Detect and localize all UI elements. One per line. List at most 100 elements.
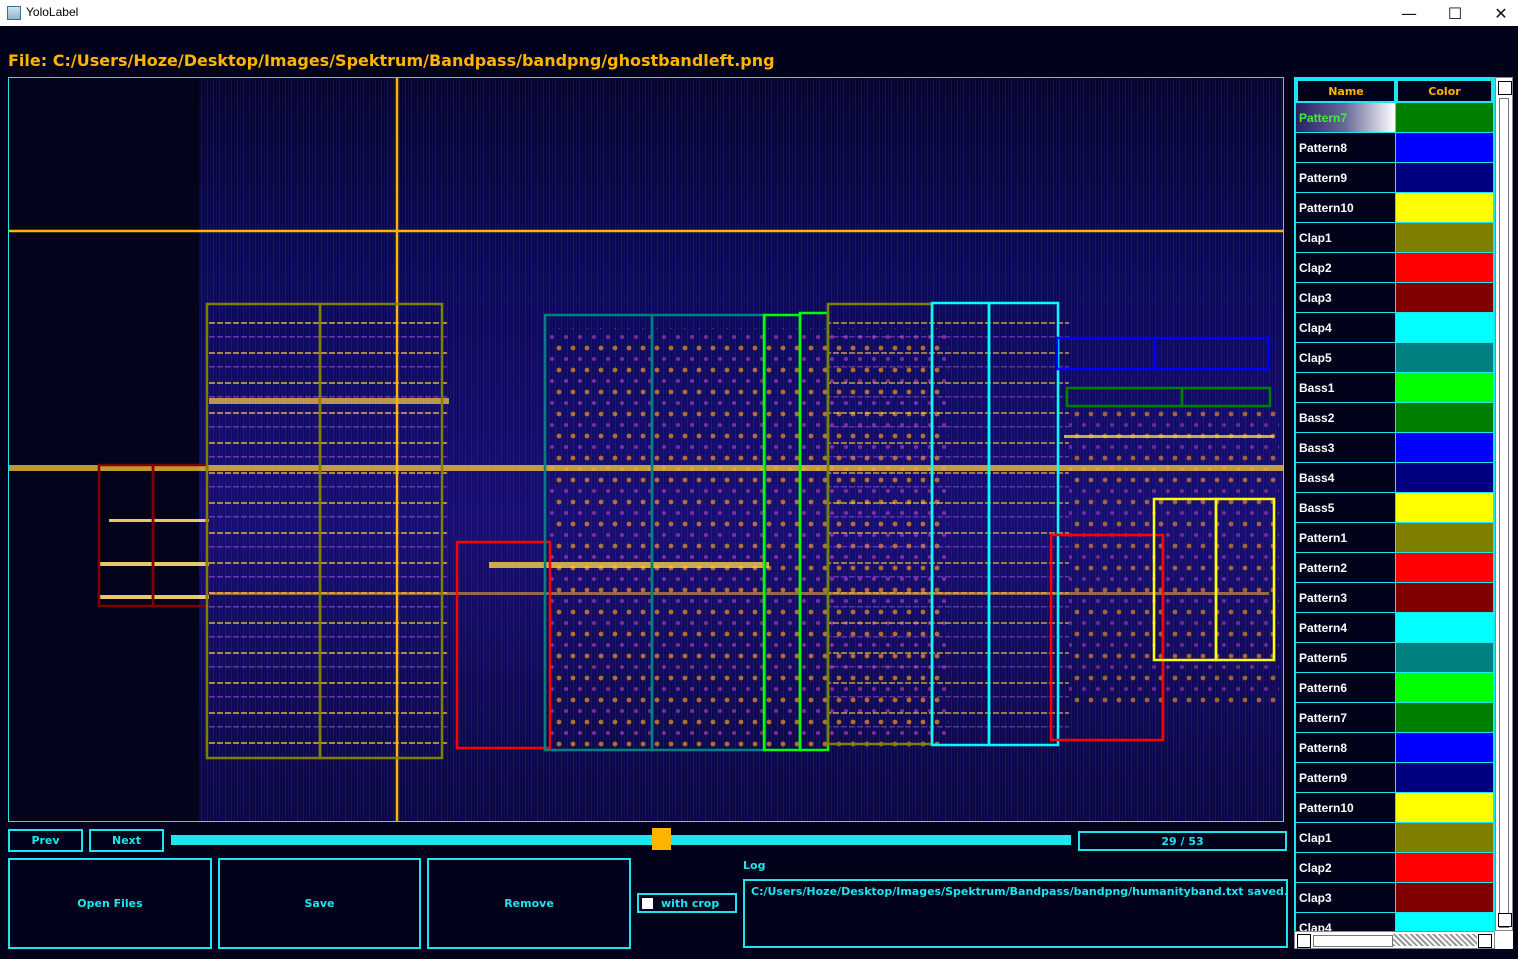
label-row[interactable]: Pattern7: [1296, 103, 1493, 133]
table-vertical-scrollbar[interactable]: [1495, 77, 1513, 931]
label-row[interactable]: Pattern4: [1296, 613, 1493, 643]
label-name-cell[interactable]: Pattern9: [1296, 763, 1396, 793]
label-color-cell[interactable]: [1396, 313, 1493, 343]
open-files-button[interactable]: Open Files: [8, 858, 212, 949]
label-name-cell[interactable]: Pattern8: [1296, 733, 1396, 763]
label-name-cell[interactable]: Clap1: [1296, 223, 1396, 253]
label-color-cell[interactable]: [1396, 493, 1493, 523]
label-color-cell[interactable]: [1396, 583, 1493, 613]
label-name-cell[interactable]: Clap2: [1296, 253, 1396, 283]
label-color-cell[interactable]: [1396, 523, 1493, 553]
label-name-cell[interactable]: Pattern2: [1296, 553, 1396, 583]
label-color-cell[interactable]: [1396, 343, 1493, 373]
label-color-cell[interactable]: [1396, 673, 1493, 703]
label-row[interactable]: Pattern9: [1296, 163, 1493, 193]
label-row[interactable]: Pattern2: [1296, 553, 1493, 583]
label-row[interactable]: Clap1: [1296, 223, 1493, 253]
label-name-cell[interactable]: Pattern5: [1296, 643, 1396, 673]
label-color-cell[interactable]: [1396, 463, 1493, 493]
prev-button[interactable]: Prev: [8, 829, 83, 852]
label-name-cell[interactable]: Pattern10: [1296, 193, 1396, 223]
label-color-cell[interactable]: [1396, 853, 1493, 883]
label-row[interactable]: Pattern9: [1296, 763, 1493, 793]
maximize-button[interactable]: ☐: [1432, 0, 1478, 26]
label-name-cell[interactable]: Pattern8: [1296, 133, 1396, 163]
column-header-color[interactable]: Color: [1396, 79, 1493, 103]
label-color-cell[interactable]: [1396, 703, 1493, 733]
label-table[interactable]: Name Color Pattern7 Pattern8 Pattern9 Patte…: [1294, 77, 1495, 949]
log-output[interactable]: C:/Users/Hoze/Desktop/Images/Spektrum/Ba…: [743, 879, 1288, 948]
spectrogram-image[interactable]: [9, 78, 1283, 821]
label-row[interactable]: Clap4: [1296, 313, 1493, 343]
label-row[interactable]: Pattern8: [1296, 133, 1493, 163]
label-name-cell[interactable]: Pattern1: [1296, 523, 1396, 553]
remove-button[interactable]: Remove: [427, 858, 631, 949]
label-name-cell[interactable]: Clap2: [1296, 853, 1396, 883]
label-row[interactable]: Bass2: [1296, 403, 1493, 433]
checkbox-box[interactable]: [642, 897, 653, 909]
label-color-cell[interactable]: [1396, 733, 1493, 763]
hscroll-track[interactable]: [1393, 934, 1477, 946]
label-row[interactable]: Pattern10: [1296, 793, 1493, 823]
label-name-cell[interactable]: Pattern4: [1296, 613, 1396, 643]
label-row[interactable]: Clap2: [1296, 253, 1493, 283]
scroll-thumb[interactable]: [1499, 98, 1509, 928]
label-color-cell[interactable]: [1396, 823, 1493, 853]
label-row[interactable]: Pattern7: [1296, 703, 1493, 733]
label-row[interactable]: Bass3: [1296, 433, 1493, 463]
minimize-button[interactable]: —: [1386, 0, 1432, 26]
label-name-cell[interactable]: Bass5: [1296, 493, 1396, 523]
label-row[interactable]: Pattern6: [1296, 673, 1493, 703]
label-color-cell[interactable]: [1396, 223, 1493, 253]
label-name-cell[interactable]: Pattern7: [1296, 103, 1396, 133]
label-name-cell[interactable]: Clap1: [1296, 823, 1396, 853]
label-name-cell[interactable]: Clap4: [1296, 313, 1396, 343]
label-color-cell[interactable]: [1396, 103, 1493, 133]
label-color-cell[interactable]: [1396, 793, 1493, 823]
label-color-cell[interactable]: [1396, 613, 1493, 643]
label-name-cell[interactable]: Bass1: [1296, 373, 1396, 403]
label-name-cell[interactable]: Pattern10: [1296, 793, 1396, 823]
scroll-right-icon[interactable]: [1478, 934, 1492, 948]
label-row[interactable]: Bass4: [1296, 463, 1493, 493]
label-name-cell[interactable]: Bass3: [1296, 433, 1396, 463]
label-row[interactable]: Bass1: [1296, 373, 1493, 403]
label-name-cell[interactable]: Pattern6: [1296, 673, 1396, 703]
label-color-cell[interactable]: [1396, 163, 1493, 193]
label-color-cell[interactable]: [1396, 763, 1493, 793]
scroll-down-icon[interactable]: [1498, 913, 1512, 927]
image-canvas[interactable]: [8, 77, 1284, 822]
label-row[interactable]: Clap1: [1296, 823, 1493, 853]
label-name-cell[interactable]: Clap5: [1296, 343, 1396, 373]
label-color-cell[interactable]: [1396, 643, 1493, 673]
scroll-up-icon[interactable]: [1498, 81, 1512, 95]
label-row[interactable]: Clap3: [1296, 883, 1493, 913]
label-color-cell[interactable]: [1396, 403, 1493, 433]
label-row[interactable]: Pattern3: [1296, 583, 1493, 613]
save-button[interactable]: Save: [218, 858, 421, 949]
label-row[interactable]: Clap2: [1296, 853, 1493, 883]
label-color-cell[interactable]: [1396, 553, 1493, 583]
label-row[interactable]: Pattern10: [1296, 193, 1493, 223]
label-row[interactable]: Pattern1: [1296, 523, 1493, 553]
label-row[interactable]: Clap3: [1296, 283, 1493, 313]
label-color-cell[interactable]: [1396, 133, 1493, 163]
scroll-left-icon[interactable]: [1297, 934, 1311, 948]
close-button[interactable]: ✕: [1478, 0, 1518, 26]
label-color-cell[interactable]: [1396, 283, 1493, 313]
label-row[interactable]: Bass5: [1296, 493, 1493, 523]
label-color-cell[interactable]: [1396, 253, 1493, 283]
label-row[interactable]: Pattern8: [1296, 733, 1493, 763]
label-color-cell[interactable]: [1396, 433, 1493, 463]
with-crop-checkbox[interactable]: with crop: [637, 893, 737, 913]
label-color-cell[interactable]: [1396, 193, 1493, 223]
label-name-cell[interactable]: Pattern7: [1296, 703, 1396, 733]
label-color-cell[interactable]: [1396, 373, 1493, 403]
table-horizontal-scrollbar[interactable]: [1294, 931, 1495, 949]
label-name-cell[interactable]: Clap3: [1296, 283, 1396, 313]
label-name-cell[interactable]: Pattern9: [1296, 163, 1396, 193]
label-name-cell[interactable]: Bass2: [1296, 403, 1396, 433]
column-header-name[interactable]: Name: [1296, 79, 1396, 103]
hscroll-thumb[interactable]: [1313, 935, 1393, 947]
image-slider-thumb[interactable]: [652, 828, 671, 850]
